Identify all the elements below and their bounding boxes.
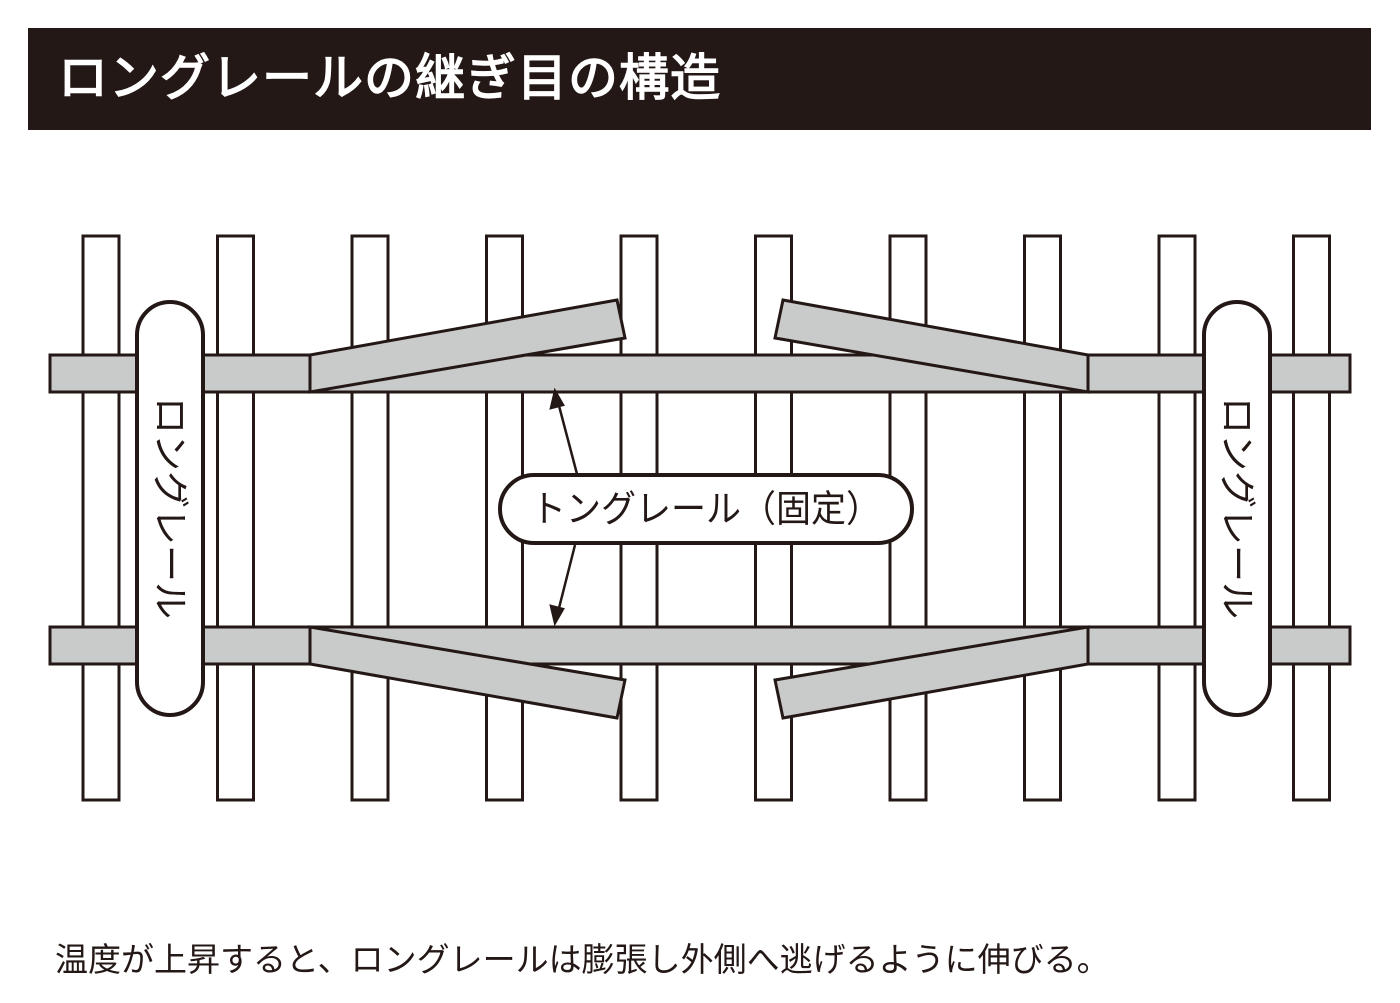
arrow-down-line (556, 544, 577, 613)
arrow-up-line (556, 401, 579, 475)
long-rail-label-right-text: ロングレール (1216, 397, 1259, 619)
tongue-rail-label-text: トングレール（固定） (531, 488, 881, 531)
sleeper (1023, 234, 1062, 802)
rail-lower (48, 625, 1352, 666)
long-rail-label-left-text: ロングレール (149, 397, 192, 619)
long-rail-label-right: ロングレール (1202, 300, 1272, 717)
long-rail-label-left: ロングレール (135, 300, 205, 717)
sleeper (1157, 234, 1197, 802)
tongue-rail-label: トングレール（固定） (498, 473, 914, 545)
caption: 温度が上昇すると、ロングレールは膨張し外側へ逃げるように伸びる。 (55, 940, 1110, 979)
sleeper (1292, 234, 1331, 802)
sleeper (81, 234, 121, 802)
rail-joint-diagram: ロングレール ロングレール トングレール（固定） (48, 234, 1352, 802)
rail-upper (48, 353, 1352, 394)
arrow-down-head (549, 604, 565, 627)
sleeper (216, 234, 255, 802)
arrow-up-head (549, 387, 565, 410)
sleeper (350, 234, 390, 802)
